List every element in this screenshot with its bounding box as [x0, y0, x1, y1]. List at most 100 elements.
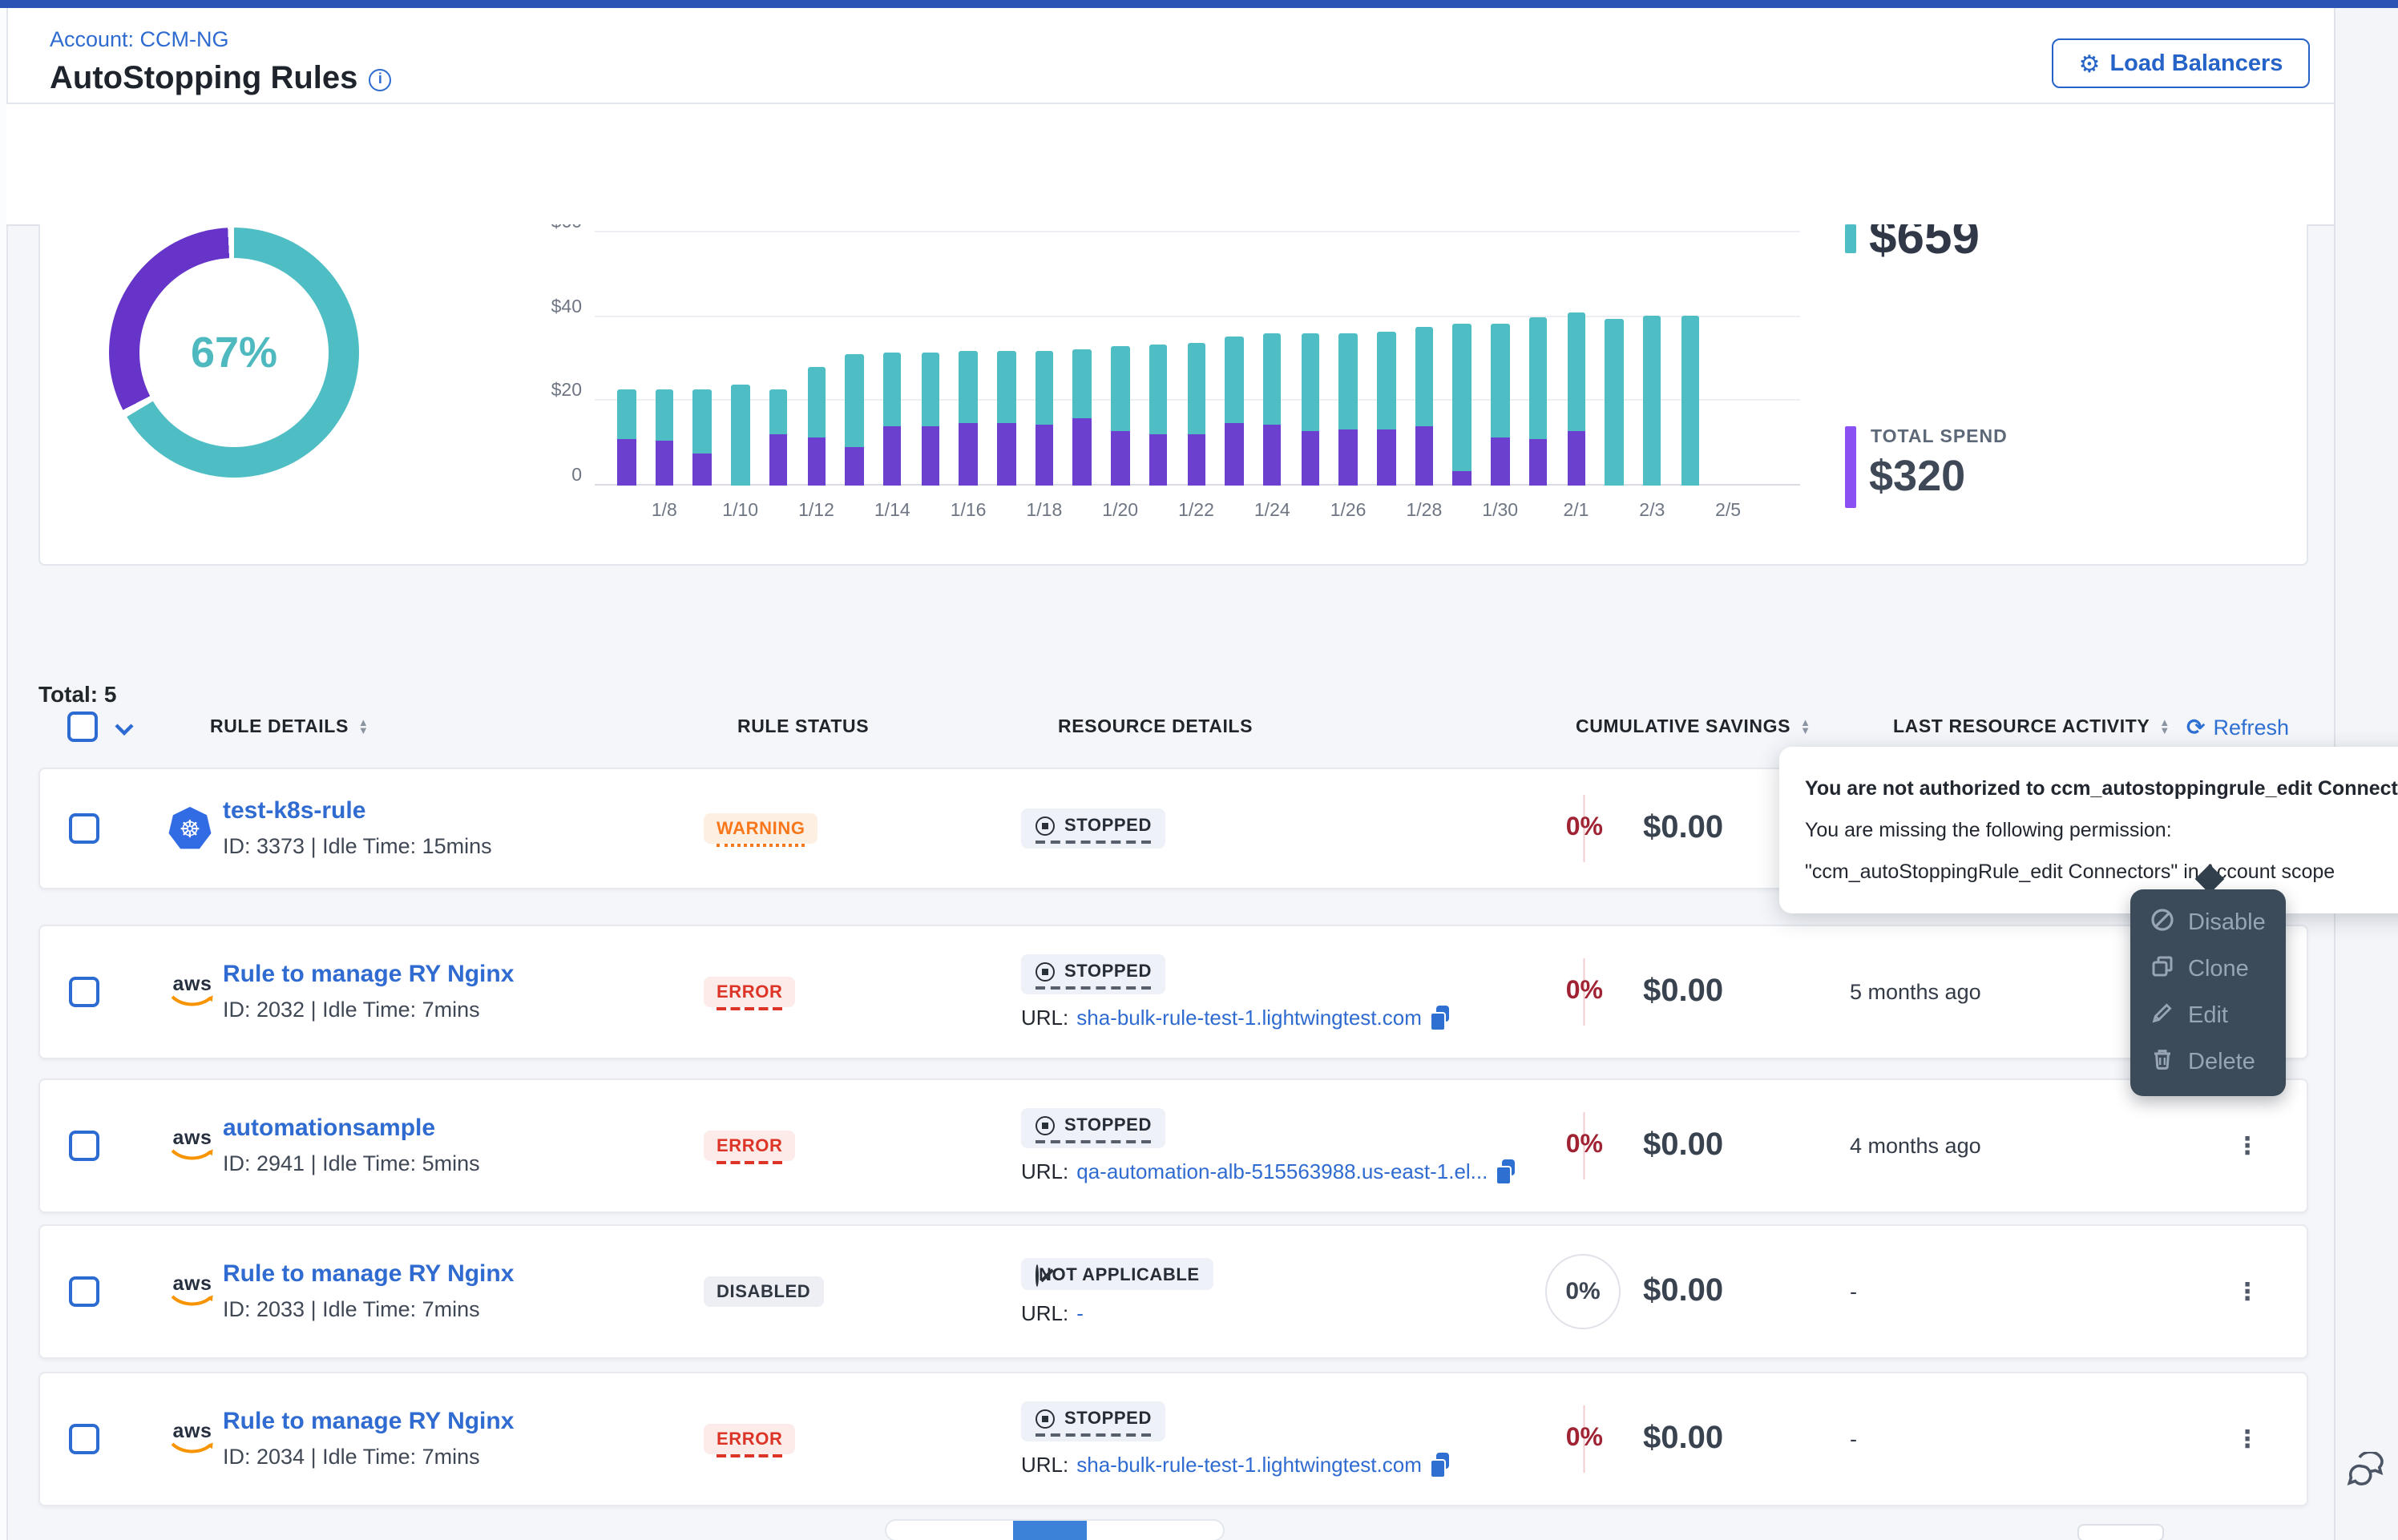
savings-segment: [883, 353, 902, 426]
select-all-checkbox[interactable]: [67, 712, 98, 742]
savings-percent: 0%: [1566, 1131, 1603, 1159]
spend-segment: [1453, 471, 1472, 486]
savings-segment: [1681, 315, 1699, 486]
x-axis-tick-label: 1/12: [798, 502, 834, 521]
sort-icon[interactable]: ▲▼: [1800, 720, 1811, 736]
rule-status-badge[interactable]: ERROR: [704, 977, 795, 1007]
url-prefix: URL:: [1021, 1159, 1068, 1183]
savings-segment: [1187, 342, 1205, 435]
row-checkbox[interactable]: [69, 1131, 99, 1161]
last-activity: -: [1850, 1280, 1857, 1304]
resource-url-line: URL:sha-bulk-rule-test-1.lightwingtest.c…: [1021, 1006, 1451, 1030]
resource-details-cell: STOPPED: [1021, 808, 1166, 849]
tooltip-line: You are missing the following permission…: [1805, 809, 2398, 851]
rule-status-cell: WARNING: [704, 813, 818, 844]
pagination-current-page[interactable]: [1013, 1521, 1087, 1540]
rule-status-badge[interactable]: WARNING: [704, 813, 818, 844]
savings-value: $0.00: [1643, 1421, 1723, 1457]
x-axis-tick-label: 1/10: [722, 502, 758, 521]
spend-legend-bar: [1845, 426, 1856, 508]
resource-status-badge[interactable]: STOPPED: [1021, 1401, 1166, 1441]
kebab-menu-button[interactable]: ⋮: [2230, 1271, 2265, 1312]
spend-segment: [655, 441, 673, 486]
resource-url-link[interactable]: sha-bulk-rule-test-1.lightwingtest.com: [1076, 1453, 1422, 1477]
info-icon[interactable]: i: [369, 68, 391, 91]
kebab-menu-button[interactable]: ⋮: [2230, 1418, 2265, 1460]
spend-segment: [1187, 435, 1205, 486]
rule-name-link[interactable]: automationsample: [223, 1113, 480, 1143]
pagination-bar[interactable]: [885, 1519, 1225, 1540]
rule-status-badge[interactable]: ERROR: [704, 1424, 795, 1454]
column-last-resource-activity: LAST RESOURCE ACTIVITY ▲▼: [1893, 718, 2170, 737]
rule-details-cell: Rule to manage RY NginxID: 2033 | Idle T…: [223, 1259, 514, 1324]
resource-details-cell: STOPPED URL: qa-automation-alb-515563988.u…: [1021, 1108, 1516, 1183]
savings-segment: [921, 353, 939, 426]
gridline: [595, 316, 1800, 317]
aws-icon: aws: [168, 1130, 216, 1162]
spend-segment: [1415, 426, 1433, 486]
rule-name-link[interactable]: Rule to manage RY Nginx: [223, 959, 514, 990]
x-axis-tick-label: 1/26: [1330, 502, 1367, 521]
rule-status-text: ERROR: [717, 1430, 782, 1457]
pagination-secondary-control[interactable]: [2077, 1524, 2164, 1540]
rule-status-cell: ERROR: [704, 977, 795, 1007]
resource-status-inner: NOT APPLICABLE: [1036, 1266, 1200, 1285]
context-menu-item-delete[interactable]: Delete: [2150, 1043, 2267, 1082]
savings-segment: [1453, 324, 1472, 471]
rule-name-link[interactable]: Rule to manage RY Nginx: [223, 1406, 514, 1437]
resource-url-link[interactable]: sha-bulk-rule-test-1.lightwingtest.com: [1076, 1006, 1422, 1030]
rule-status-text: WARNING: [717, 820, 805, 847]
tooltip-line: You are not authorized to ccm_autostoppi…: [1805, 768, 2398, 809]
copy-icon[interactable]: [1496, 1159, 1516, 1183]
rule-details-cell: Rule to manage RY NginxID: 2032 | Idle T…: [223, 959, 514, 1025]
chat-help-icon[interactable]: [2344, 1452, 2388, 1502]
savings-value: $0.00: [1643, 974, 1723, 1010]
rule-name-link[interactable]: Rule to manage RY Nginx: [223, 1259, 514, 1289]
resource-status-inner: STOPPED: [1036, 816, 1152, 844]
context-menu-item-clone[interactable]: Clone: [2150, 950, 2267, 989]
context-menu-item-edit[interactable]: Edit: [2150, 997, 2267, 1035]
stopped-icon: [1036, 962, 1055, 982]
kubernetes-icon: ☸: [168, 807, 212, 850]
rule-name-link[interactable]: test-k8s-rule: [223, 796, 492, 826]
spend-segment: [617, 439, 636, 486]
spend-segment: [883, 426, 902, 486]
row-checkbox[interactable]: [69, 977, 99, 1007]
resource-status-badge[interactable]: STOPPED: [1021, 808, 1166, 849]
cumulative-savings-cell: 0%: [1451, 1425, 1603, 1453]
resource-url-link[interactable]: -: [1076, 1301, 1084, 1325]
row-checkbox[interactable]: [69, 1276, 99, 1307]
savings-segment: [1149, 345, 1168, 435]
context-menu-label: Clone: [2188, 957, 2249, 982]
row-checkbox[interactable]: [69, 813, 99, 844]
resource-status-badge[interactable]: STOPPED: [1021, 954, 1166, 994]
load-balancers-button[interactable]: ⚙ Load Balancers: [2052, 38, 2310, 88]
resource-status-badge[interactable]: STOPPED: [1021, 1108, 1166, 1148]
rule-details-cell: automationsampleID: 2941 | Idle Time: 5m…: [223, 1113, 480, 1179]
savings-segment: [1605, 319, 1623, 486]
spend-segment: [1149, 435, 1168, 486]
x-axis-tick-label: 1/18: [1026, 502, 1062, 521]
spend-segment: [921, 426, 939, 486]
resource-url-link[interactable]: qa-automation-alb-515563988.us-east-1.el…: [1076, 1159, 1488, 1183]
select-menu-chevron-icon[interactable]: [114, 723, 135, 736]
row-checkbox[interactable]: [69, 1424, 99, 1454]
rule-table-row: awsRule to manage RY NginxID: 2032 | Idl…: [38, 925, 2308, 1059]
cumulative-savings-cell: 0%: [1451, 978, 1603, 1006]
savings-segment: [1073, 349, 1092, 418]
savings-segment: [1225, 336, 1243, 422]
refresh-button[interactable]: ⟳ Refresh: [2186, 714, 2289, 741]
rule-status-badge[interactable]: ERROR: [704, 1131, 795, 1161]
edit-icon: [2150, 1000, 2175, 1032]
context-menu-item-disable[interactable]: Disable: [2150, 904, 2267, 942]
sort-icon[interactable]: ▲▼: [2159, 720, 2170, 736]
savings-segment: [845, 355, 863, 448]
spend-segment: [1225, 422, 1243, 486]
x-axis-tick-label: 1/30: [1482, 502, 1518, 521]
copy-icon[interactable]: [1430, 1006, 1451, 1030]
sort-icon[interactable]: ▲▼: [358, 720, 369, 736]
copy-icon[interactable]: [1430, 1453, 1451, 1477]
kebab-menu-button[interactable]: ⋮: [2230, 1125, 2265, 1167]
cumulative-savings-cell: 0%: [1451, 1131, 1603, 1160]
account-breadcrumb[interactable]: Account: CCM-NG: [50, 27, 229, 51]
